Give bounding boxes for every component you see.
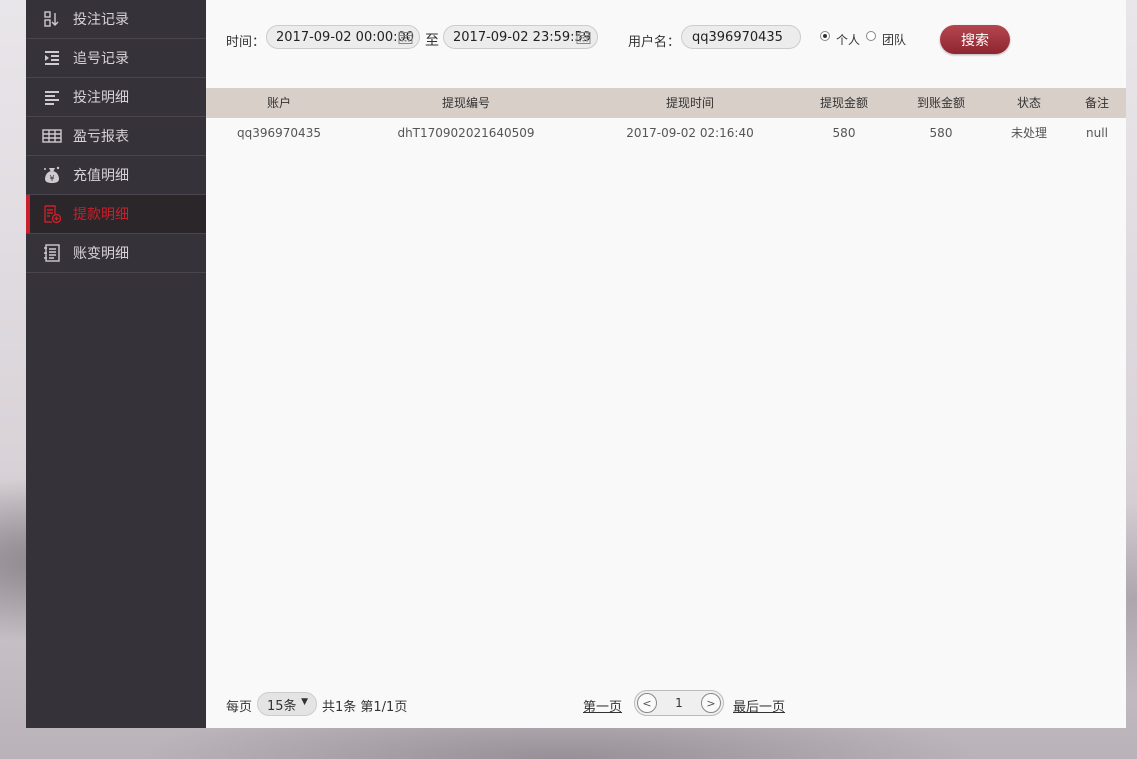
indent-list-icon bbox=[42, 48, 62, 68]
dropdown-arrow-icon: ▼ bbox=[301, 697, 308, 707]
col-header-remark: 备注 bbox=[1084, 96, 1109, 110]
text-lines-icon bbox=[42, 87, 62, 107]
start-time-input[interactable]: 2017-09-02 00:00:00 bbox=[266, 25, 420, 49]
sidebar-item-withdraw-details[interactable]: 提款明细 bbox=[26, 195, 206, 234]
radio-team-label[interactable]: 团队 bbox=[882, 31, 906, 48]
sidebar-item-label: 盈亏报表 bbox=[73, 129, 129, 145]
username-label: 用户名： bbox=[628, 35, 681, 50]
col-header-status: 状态 bbox=[1016, 96, 1041, 110]
withdraw-document-icon bbox=[42, 204, 62, 224]
main-content: 时间： 2017-09-02 00:00:00 至 2017-09-02 23:… bbox=[206, 0, 1126, 728]
sidebar-item-account-changes[interactable]: 账变明细 bbox=[26, 234, 206, 273]
cell-withdraw-time: 2017-09-02 02:16:40 bbox=[626, 126, 754, 140]
first-page-link[interactable]: 第一页 bbox=[583, 696, 622, 715]
sidebar-item-bet-details[interactable]: 投注明细 bbox=[26, 78, 206, 117]
filter-toolbar: 时间： 2017-09-02 00:00:00 至 2017-09-02 23:… bbox=[206, 0, 1126, 88]
list-sort-icon bbox=[42, 9, 62, 29]
start-time-value: 2017-09-02 00:00:00 bbox=[276, 29, 415, 45]
table-row[interactable]: qq396970435 dhT170902021640509 2017-09-0… bbox=[206, 118, 1126, 148]
sidebar-item-recharge-details[interactable]: ¥ 充值明细 bbox=[26, 156, 206, 195]
col-header-withdraw-id: 提现编号 bbox=[441, 96, 490, 110]
per-page-select[interactable]: 15条 ▼ bbox=[257, 692, 317, 716]
col-header-received-amount: 到账金额 bbox=[916, 96, 965, 110]
sidebar-item-label: 追号记录 bbox=[73, 51, 129, 67]
cell-withdraw-amount: 580 bbox=[832, 126, 856, 140]
cell-remark: null bbox=[1086, 126, 1108, 140]
table-icon bbox=[42, 126, 62, 146]
cell-received-amount: 580 bbox=[929, 126, 953, 140]
col-header-withdraw-time: 提现时间 bbox=[665, 96, 714, 110]
per-page-label: 每页 bbox=[226, 700, 253, 715]
radio-personal-label[interactable]: 个人 bbox=[836, 31, 860, 48]
username-input[interactable]: qq396970435 bbox=[681, 25, 801, 49]
last-page-link[interactable]: 最后一页 bbox=[733, 696, 785, 715]
calendar-icon[interactable] bbox=[398, 30, 413, 49]
search-button[interactable]: 搜索 bbox=[940, 25, 1010, 54]
sidebar-item-label: 账变明细 bbox=[73, 246, 129, 262]
radio-personal[interactable] bbox=[820, 31, 830, 41]
page-summary: 共1条 第1/1页 bbox=[322, 700, 408, 715]
time-label: 时间： bbox=[226, 35, 266, 50]
cell-account: qq396970435 bbox=[237, 126, 321, 140]
to-label: 至 bbox=[425, 33, 439, 49]
per-page-value: 15条 bbox=[267, 698, 297, 714]
pagination-footer: 每页 15条 ▼ 共1条 第1/1页 第一页 < 1 > 最后一页 bbox=[206, 690, 1126, 720]
cell-withdraw-id: dhT170902021640509 bbox=[397, 126, 535, 140]
sidebar-item-profit-report[interactable]: 盈亏报表 bbox=[26, 117, 206, 156]
sidebar: 投注记录 追号记录 投注明细 盈亏报表 ¥ 充值明细 提款明细 账变明细 bbox=[26, 0, 206, 728]
end-time-input[interactable]: 2017-09-02 23:59:59 bbox=[443, 25, 598, 49]
ledger-icon bbox=[42, 243, 62, 263]
money-bag-icon: ¥ bbox=[42, 165, 62, 185]
table-header: 账户 提现编号 提现时间 提现金额 到账金额 状态 备注 bbox=[206, 88, 1126, 118]
sidebar-item-label: 投注明细 bbox=[73, 90, 129, 106]
svg-text:¥: ¥ bbox=[49, 174, 54, 183]
next-page-icon[interactable]: > bbox=[701, 693, 721, 713]
page-number-box: < 1 > bbox=[634, 690, 724, 716]
sidebar-item-chase-records[interactable]: 追号记录 bbox=[26, 39, 206, 78]
radio-team[interactable] bbox=[866, 31, 876, 41]
cell-status: 未处理 bbox=[1010, 126, 1047, 140]
sidebar-item-bet-records[interactable]: 投注记录 bbox=[26, 0, 206, 39]
sidebar-item-label: 充值明细 bbox=[73, 168, 129, 184]
sidebar-item-label: 提款明细 bbox=[73, 207, 129, 223]
end-time-value: 2017-09-02 23:59:59 bbox=[453, 29, 592, 45]
calendar-icon[interactable] bbox=[576, 30, 591, 49]
username-value: qq396970435 bbox=[692, 29, 783, 45]
col-header-withdraw-amount: 提现金额 bbox=[819, 96, 868, 110]
sidebar-item-label: 投注记录 bbox=[73, 12, 129, 28]
col-header-account: 账户 bbox=[266, 96, 291, 110]
